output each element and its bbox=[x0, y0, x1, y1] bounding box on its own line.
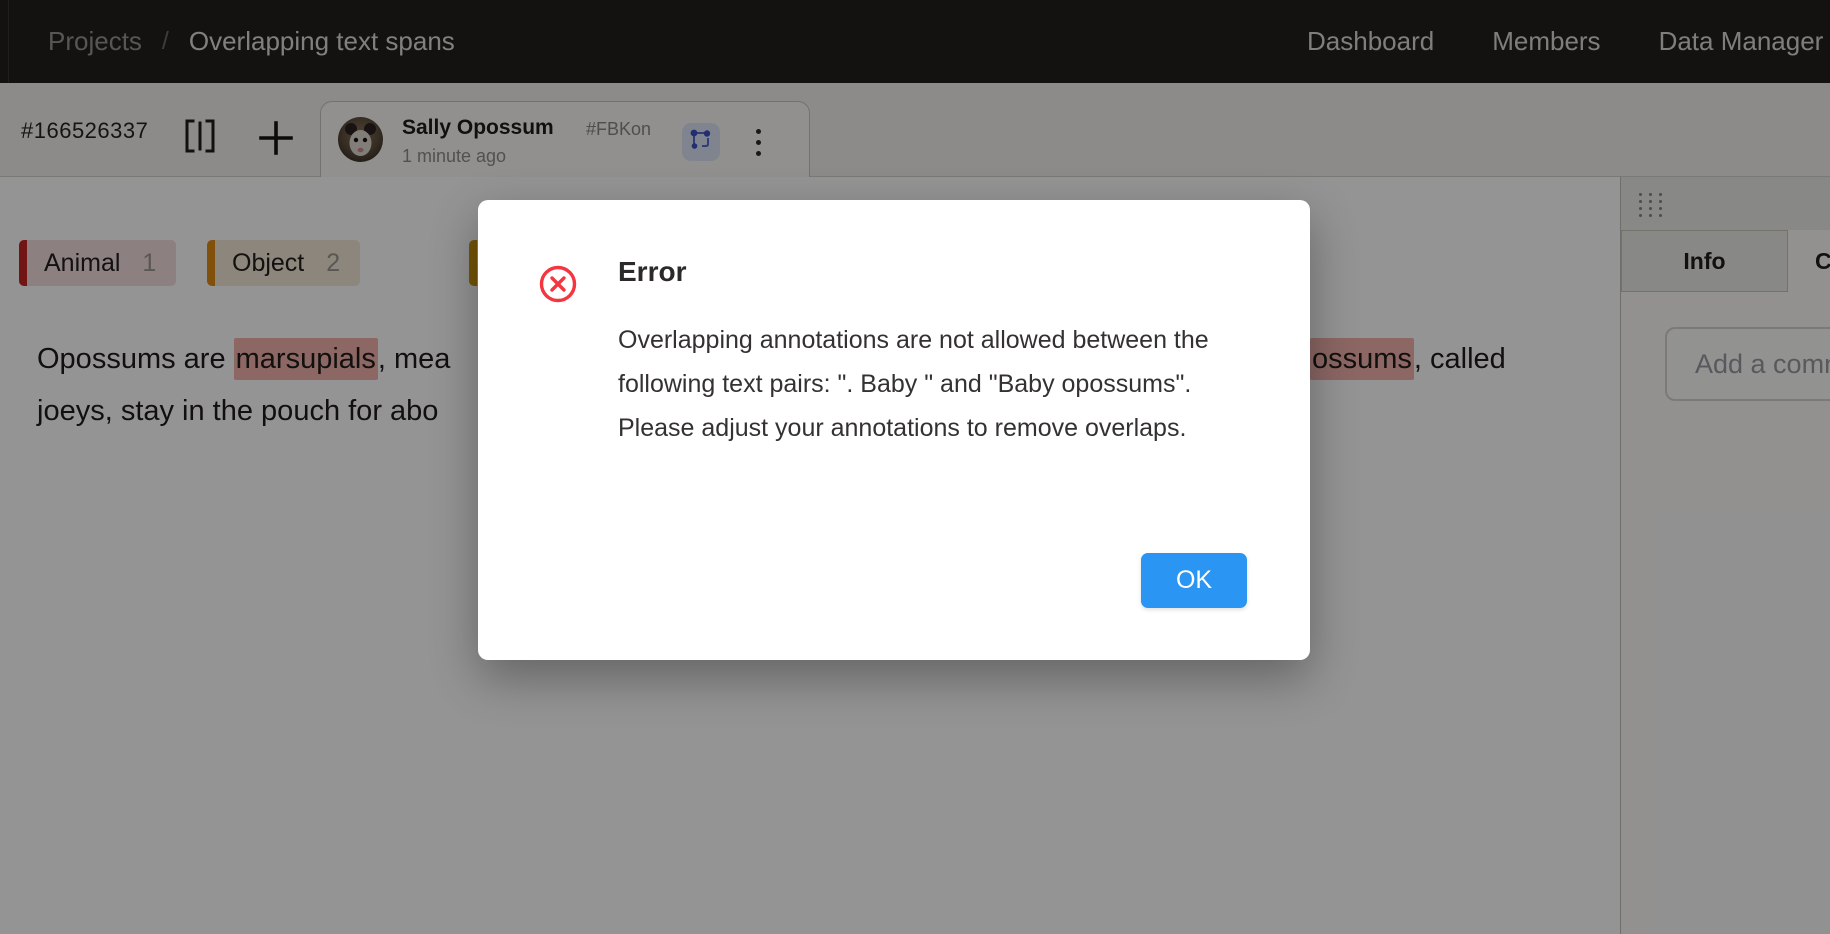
ok-button[interactable]: OK bbox=[1141, 553, 1247, 608]
modal-title: Error bbox=[618, 256, 686, 288]
error-circle-icon bbox=[538, 264, 578, 304]
app-root: Projects / Overlapping text spans Dashbo… bbox=[0, 0, 1830, 934]
error-modal: Error Overlapping annotations are not al… bbox=[478, 200, 1310, 660]
modal-message: Overlapping annotations are not allowed … bbox=[618, 318, 1258, 450]
